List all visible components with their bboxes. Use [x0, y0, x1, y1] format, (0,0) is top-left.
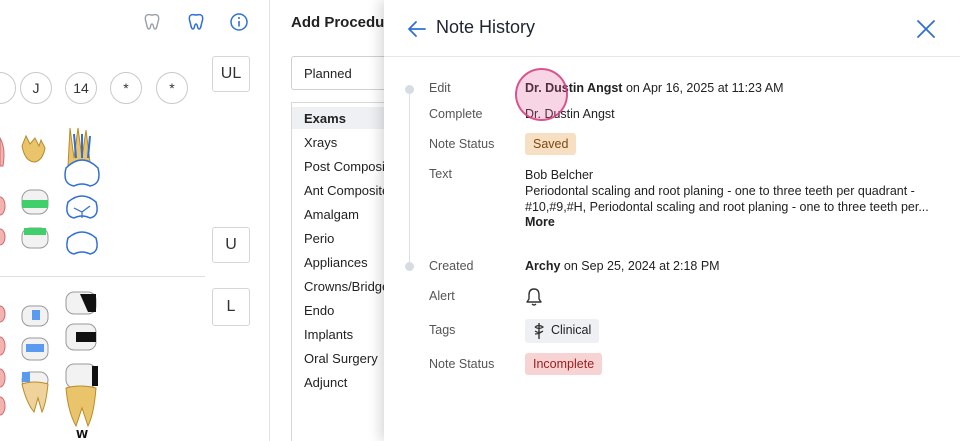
- more-link[interactable]: More: [525, 215, 555, 229]
- category-item-perio[interactable]: Perio: [292, 227, 384, 249]
- entry-author: Archy: [525, 259, 561, 273]
- note-text-line: Bob Belcher: [525, 168, 594, 182]
- click-indicator: [515, 68, 568, 121]
- category-item-appliances[interactable]: Appliances: [292, 251, 384, 273]
- arrow-left-icon[interactable]: [406, 18, 428, 40]
- close-icon[interactable]: [915, 18, 937, 40]
- lower-teeth-graphic[interactable]: W: [0, 288, 110, 441]
- note-text: Bob Belcher Periodontal scaling and root…: [525, 167, 940, 215]
- category-item-post-composites[interactable]: Post Composites: [292, 155, 384, 177]
- caduceus-icon: [534, 323, 545, 339]
- category-item-exams[interactable]: Exams: [292, 107, 384, 129]
- note-history-drawer: Note History Edit Dr. Dustin Angst on Ap…: [384, 0, 960, 441]
- tooth-number-circle[interactable]: 14: [65, 72, 97, 104]
- entry-action-label: Edit: [429, 81, 451, 95]
- entry-action-label: Created: [429, 259, 474, 273]
- drawer-header: Note History: [384, 0, 960, 57]
- add-procedure-panel: Add Procedure Planned Exams Xrays Post C…: [271, 0, 411, 441]
- tooth-marker-label: W: [76, 428, 88, 441]
- tooth-number-circle[interactable]: [0, 72, 16, 104]
- tag-label: Clinical: [551, 323, 592, 337]
- tooth-chart-panel: J 14 * * UL U L W: [0, 0, 270, 441]
- timeline-dot: [405, 262, 414, 271]
- info-icon[interactable]: [229, 12, 249, 32]
- status-badge-incomplete: Incomplete: [525, 353, 603, 375]
- arch-button-upper-left[interactable]: UL: [212, 56, 250, 92]
- tooth-number-circle[interactable]: *: [156, 72, 188, 104]
- tag-clinical[interactable]: Clinical: [525, 319, 600, 343]
- arch-button-lower[interactable]: L: [212, 288, 250, 326]
- tags-label: Tags: [429, 323, 456, 337]
- complete-label: Complete: [429, 107, 483, 121]
- category-item-crowns-bridges[interactable]: Crowns/Bridges: [292, 275, 384, 297]
- tooth-number-circle[interactable]: *: [110, 72, 142, 104]
- note-status-label: Note Status: [429, 357, 495, 371]
- entry-timestamp: on Apr 16, 2025 at 11:23 AM: [625, 81, 784, 95]
- category-item-oral-surgery[interactable]: Oral Surgery: [292, 347, 384, 369]
- entry-author-line: Archy on Sep 25, 2024 at 2:18 PM: [525, 259, 720, 273]
- text-label: Text: [429, 167, 452, 181]
- tooth-outline-icon[interactable]: [142, 12, 162, 32]
- alert-label: Alert: [429, 289, 455, 303]
- category-item-amalgam[interactable]: Amalgam: [292, 203, 384, 225]
- category-item-implants[interactable]: Implants: [292, 323, 384, 345]
- category-item-endo[interactable]: Endo: [292, 299, 384, 321]
- bell-icon[interactable]: [525, 287, 543, 307]
- upper-teeth-graphic[interactable]: [0, 120, 110, 270]
- tooth-number-circle[interactable]: J: [20, 72, 52, 104]
- drawer-title: Note History: [436, 17, 536, 37]
- tooth-icon[interactable]: [186, 12, 206, 32]
- timeline-dot: [405, 85, 414, 94]
- timeline-line: [409, 89, 410, 267]
- note-text-line: Periodontal scaling and root planing - o…: [525, 184, 915, 198]
- entry-timestamp: on Sep 25, 2024 at 2:18 PM: [563, 259, 720, 273]
- arch-button-upper[interactable]: U: [212, 227, 250, 263]
- status-badge-saved: Saved: [525, 133, 577, 155]
- note-text-line: #10,#9,#H, Periodontal scaling and root …: [525, 200, 929, 214]
- arch-divider: [0, 276, 205, 277]
- panel-title: Add Procedure: [291, 14, 399, 31]
- category-item-xrays[interactable]: Xrays: [292, 131, 384, 153]
- note-status-label: Note Status: [429, 137, 495, 151]
- category-item-adjunct[interactable]: Adjunct: [292, 371, 384, 393]
- category-item-ant-composites[interactable]: Ant Composites: [292, 179, 384, 201]
